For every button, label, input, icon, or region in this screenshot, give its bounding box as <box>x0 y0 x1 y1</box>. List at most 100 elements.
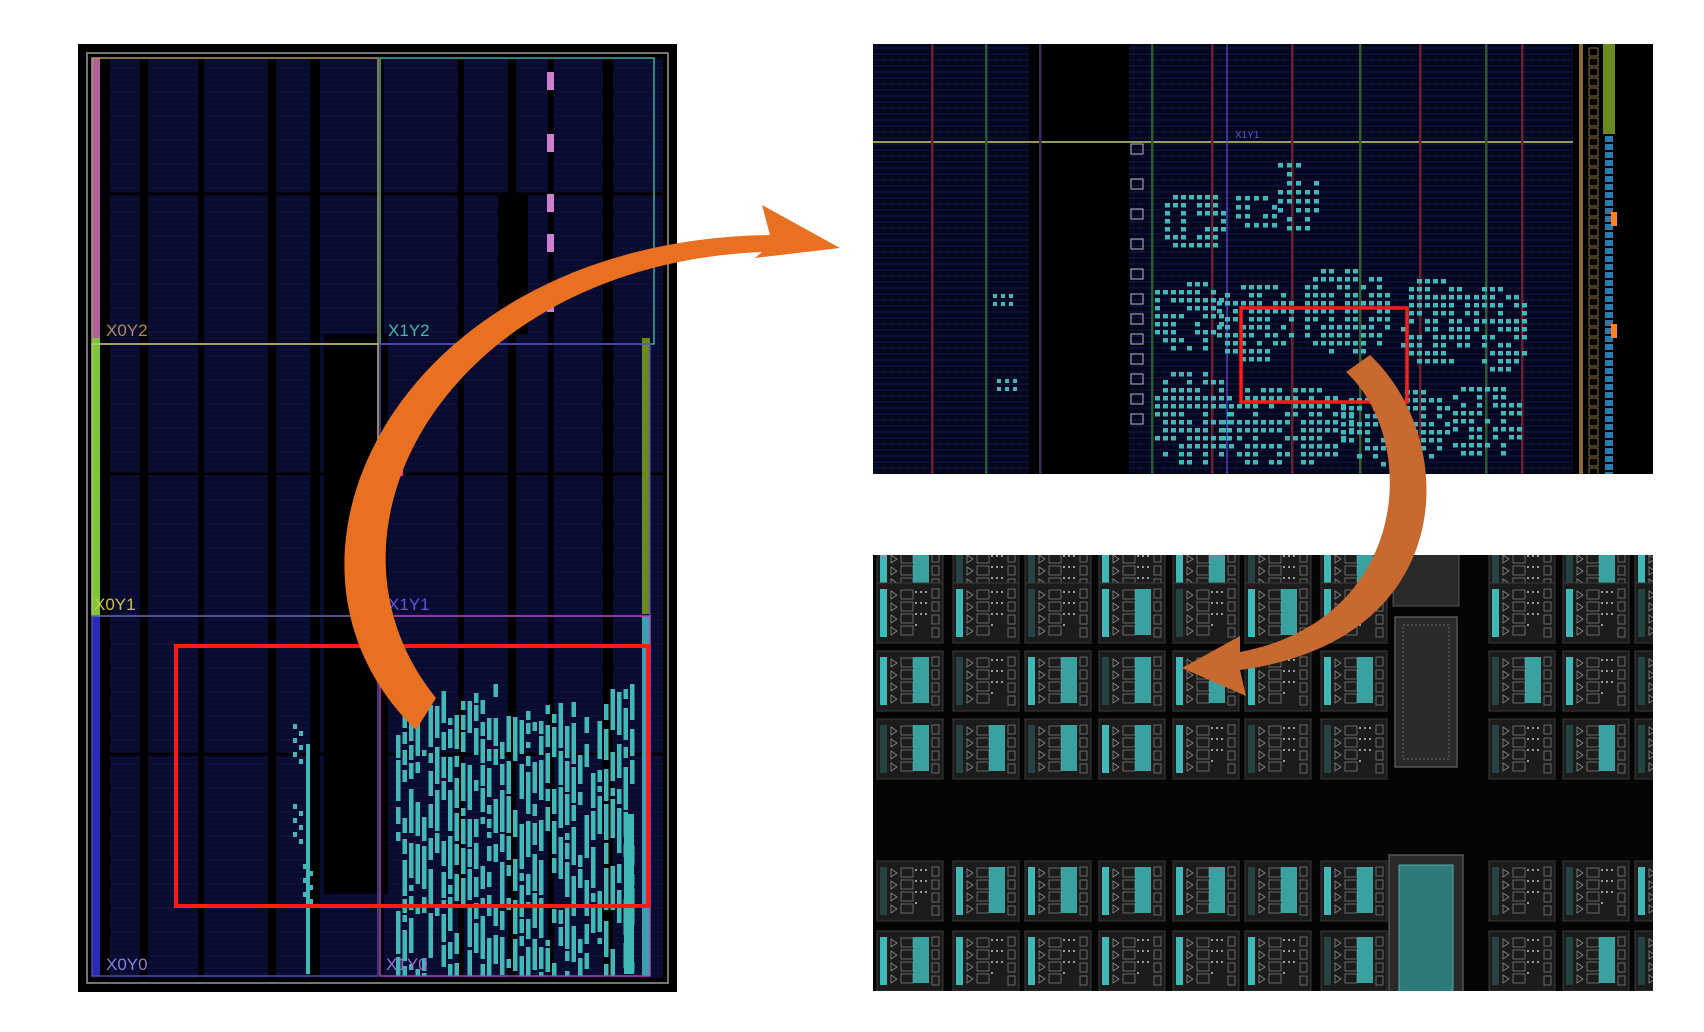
pin-dot <box>1068 939 1070 941</box>
placed-cell <box>1173 243 1178 248</box>
placed-cell <box>1249 357 1254 362</box>
pin-dot <box>1073 602 1075 604</box>
pin-dot <box>1221 591 1223 593</box>
placed-cell <box>1301 428 1306 433</box>
lut-column <box>1566 937 1573 985</box>
placed-cell <box>493 749 498 765</box>
placed-cell <box>1482 287 1487 292</box>
pin-dot <box>920 869 922 871</box>
pin-dot <box>1527 602 1529 604</box>
placed-cell <box>474 843 479 869</box>
placed-cell <box>1211 314 1216 319</box>
pin-dot <box>1142 950 1144 952</box>
placed-cell <box>1345 301 1350 306</box>
placed-cell <box>1413 390 1418 395</box>
placed-cell <box>1005 379 1009 383</box>
io-pad <box>1605 176 1613 182</box>
placed-cell <box>1321 269 1326 274</box>
placed-cell <box>448 757 453 782</box>
placed-cell <box>1305 226 1310 231</box>
placed-cell <box>1205 211 1210 216</box>
pin-dot <box>1068 613 1070 615</box>
placed-cell <box>1373 406 1378 411</box>
pin-dot <box>1293 727 1295 729</box>
placed-cell <box>1441 295 1446 300</box>
placed-cell <box>1205 227 1210 232</box>
placed-cell <box>1389 438 1394 443</box>
placed-cell <box>1219 452 1224 457</box>
placed-cell <box>565 971 570 976</box>
placed-cell <box>1197 235 1202 240</box>
placed-cell <box>1253 428 1258 433</box>
placed-cell <box>1522 335 1527 340</box>
placed-cell <box>1517 435 1522 440</box>
io-pad <box>1605 296 1613 302</box>
placed-cell <box>1187 346 1192 351</box>
placed-cell <box>1163 420 1168 425</box>
placed-cell <box>1265 317 1270 322</box>
pin-dot <box>925 869 927 871</box>
placed-cell <box>1349 430 1354 435</box>
placed-cell <box>448 790 453 831</box>
placed-cell <box>1305 199 1310 204</box>
lut-column <box>1176 867 1183 915</box>
placed-cell <box>1171 436 1176 441</box>
placed-cell <box>617 744 622 778</box>
placed-cell <box>1329 317 1334 322</box>
placed-cell <box>1325 396 1330 401</box>
placed-cell <box>1293 412 1298 417</box>
placed-cell <box>545 807 550 831</box>
placed-cell <box>1245 223 1250 228</box>
pin-dot <box>996 681 998 683</box>
placed-cell <box>1449 303 1454 308</box>
placed-cell <box>1314 199 1319 204</box>
placed-cell <box>1413 430 1418 435</box>
placed-cell <box>428 869 433 906</box>
placed-cell <box>1361 301 1366 306</box>
pin-dot <box>1068 961 1070 963</box>
placed-cell <box>1501 387 1506 392</box>
placed-cell <box>454 778 459 808</box>
pin-dot <box>991 566 993 568</box>
pin-dot <box>1283 659 1285 661</box>
lut-column <box>1028 589 1035 637</box>
placed-cell <box>1205 243 1210 248</box>
placed-cell <box>1490 351 1495 356</box>
region-label-x1y1-zoom: X1Y1 <box>1235 130 1260 141</box>
placed-cell <box>1219 314 1224 319</box>
placed-cell <box>480 765 485 786</box>
pin-dot <box>1142 577 1144 579</box>
placed-cell <box>506 716 511 752</box>
pin-dot <box>1611 869 1613 871</box>
placed-cell <box>1433 343 1438 348</box>
placed-cell <box>513 859 518 891</box>
placed-cell <box>500 937 505 975</box>
placed-cell <box>441 841 446 866</box>
placed-cell <box>591 904 596 933</box>
placed-cell <box>558 703 563 748</box>
placed-cell <box>1233 317 1238 322</box>
region-zoom-canvas: X1Y1 <box>873 44 1653 474</box>
placed-cell <box>461 848 466 874</box>
placed-cell <box>1277 428 1282 433</box>
lut-column <box>1248 937 1255 985</box>
placed-cell <box>1465 295 1470 300</box>
placed-cell <box>306 744 310 974</box>
io-pad <box>1605 232 1613 238</box>
placed-cell <box>1341 438 1346 443</box>
placed-cell <box>1181 203 1186 208</box>
placed-cell <box>415 716 420 756</box>
placed-cell <box>1417 279 1422 284</box>
placed-cell <box>1377 317 1382 322</box>
placed-cell <box>422 686 427 706</box>
placed-cell <box>539 721 544 734</box>
pin-dot <box>991 602 993 604</box>
placed-cell <box>1301 444 1306 449</box>
placed-cell <box>571 926 576 962</box>
pin-dot <box>1601 602 1603 604</box>
pin-dot <box>1601 659 1603 661</box>
region-label-x1y1: X1Y1 <box>388 595 430 614</box>
placed-cell <box>1514 295 1519 300</box>
placed-cell <box>1181 219 1186 224</box>
placed-cell <box>1309 420 1314 425</box>
